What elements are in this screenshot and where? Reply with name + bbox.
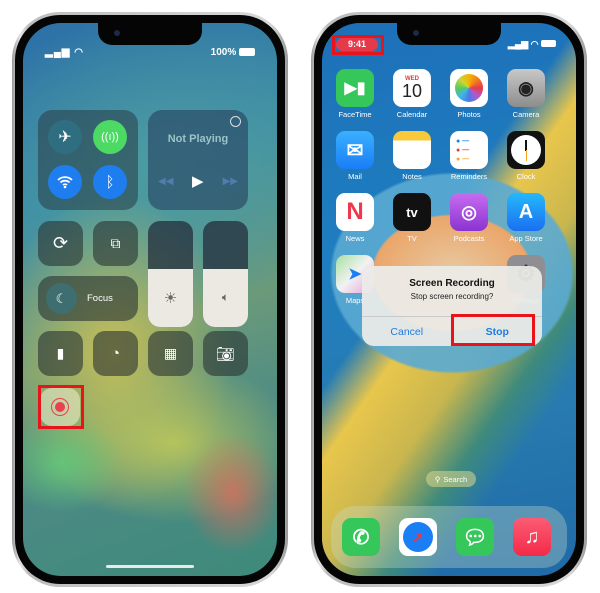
- camera-app-icon: ◉: [507, 69, 545, 107]
- bluetooth-toggle[interactable]: ᛒ: [93, 165, 127, 199]
- reminders-icon: ● ― ● ― ● ―: [450, 131, 488, 169]
- mail-icon: ✉: [336, 131, 374, 169]
- screen-mirroring-icon: ⧉: [110, 235, 121, 251]
- airplane-mode-toggle[interactable]: ✈: [48, 120, 82, 154]
- timer-icon: ◔: [110, 345, 121, 362]
- orientation-lock-button[interactable]: ⟳: [38, 221, 83, 266]
- app-camera[interactable]: ◉ Camera: [507, 69, 545, 119]
- app-podcasts[interactable]: ◎ Podcasts: [450, 193, 488, 243]
- camera-button[interactable]: 📷︎: [203, 331, 248, 376]
- home-indicator[interactable]: [106, 565, 194, 568]
- tv-icon: tv: [393, 193, 431, 231]
- search-icon: ⚲: [434, 474, 441, 484]
- dock-messages[interactable]: 💬︎: [456, 518, 494, 556]
- dock: ✆ ➚ 💬︎ ♫: [331, 506, 567, 568]
- calculator-button[interactable]: ▦: [148, 331, 193, 376]
- app-label: App Store: [509, 234, 543, 243]
- news-icon: N: [336, 193, 374, 231]
- play-button[interactable]: ▶: [192, 172, 204, 190]
- clock-icon: [507, 131, 545, 169]
- facetime-icon: ▶▮: [336, 69, 374, 107]
- screen-mirroring-button[interactable]: ⧉: [93, 221, 138, 266]
- podcasts-icon: ◎: [450, 193, 488, 231]
- messages-icon: 💬︎: [456, 518, 494, 556]
- status-icons: ▂▄▆ ◠: [508, 39, 556, 50]
- focus-label: Focus: [87, 293, 113, 304]
- airplay-icon[interactable]: [230, 116, 241, 127]
- search-pill[interactable]: ⚲ Search: [426, 471, 476, 487]
- dock-music[interactable]: ♫: [513, 518, 551, 556]
- notch: [397, 23, 501, 45]
- camera-icon: 📷︎: [215, 345, 236, 363]
- wifi-icon: [57, 176, 73, 189]
- focus-button[interactable]: ☾ Focus: [38, 276, 138, 321]
- signal-wifi-status: ▂▄▆ ◠: [45, 47, 84, 58]
- calendar-date: 10: [401, 81, 423, 101]
- cancel-button[interactable]: Cancel: [362, 317, 452, 346]
- app-label: Camera: [512, 110, 540, 119]
- battery-percent: 100%: [210, 47, 237, 58]
- safari-icon: ➚: [399, 518, 437, 556]
- highlight-box-time: [332, 35, 384, 55]
- sun-icon: ☀: [163, 289, 178, 307]
- front-camera: [413, 30, 419, 36]
- home-screen: 9:41 ▂▄▆ ◠ ▶▮ FaceTime WED 10 Calendar Phot…: [322, 23, 576, 576]
- timer-button[interactable]: ◔: [93, 331, 138, 376]
- battery-status: 100%: [211, 47, 255, 58]
- flashlight-button[interactable]: ▮: [38, 331, 83, 376]
- brightness-slider[interactable]: ☀: [148, 221, 193, 327]
- app-news[interactable]: N News: [336, 193, 374, 243]
- phone-home-screen: 9:41 ▂▄▆ ◠ ▶▮ FaceTime WED 10 Calendar Phot…: [311, 12, 587, 587]
- app-reminders[interactable]: ● ― ● ― ● ― Reminders: [450, 131, 488, 181]
- flashlight-icon: ▮: [56, 345, 65, 361]
- app-facetime[interactable]: ▶▮ FaceTime: [336, 69, 374, 119]
- speaker-icon: 🔈︎: [221, 290, 230, 305]
- rotation-lock-icon: ⟳: [52, 233, 69, 253]
- app-label: Clock: [516, 172, 536, 181]
- highlight-box-record: [38, 385, 84, 429]
- now-playing-tile[interactable]: Not Playing ◀◀ ▶ ▶▶: [148, 110, 248, 210]
- battery-icon: [541, 40, 556, 47]
- search-label: Search: [443, 474, 468, 484]
- notes-icon: [393, 131, 431, 169]
- moon-icon: ☾: [46, 283, 77, 314]
- control-center-screen: ▂▄▆ ◠ 100% ✈ ((ı)) ᛒ Not Playing ◀◀ ▶ ▶▶…: [23, 23, 277, 576]
- front-camera: [114, 30, 120, 36]
- app-photos[interactable]: Photos: [450, 69, 488, 119]
- phone-control-center: ▂▄▆ ◠ 100% ✈ ((ı)) ᛒ Not Playing ◀◀ ▶ ▶▶…: [12, 12, 288, 587]
- calendar-icon: WED 10: [393, 69, 431, 107]
- app-calendar[interactable]: WED 10 Calendar: [393, 69, 431, 119]
- volume-slider[interactable]: 🔈︎: [203, 221, 248, 327]
- now-playing-title: Not Playing: [167, 133, 229, 145]
- music-icon: ♫: [513, 518, 551, 556]
- alert-title: Screen Recording: [409, 278, 495, 289]
- notch: [98, 23, 202, 45]
- app-clock[interactable]: Clock: [507, 131, 545, 181]
- calculator-icon: ▦: [163, 345, 178, 361]
- photos-icon: [450, 69, 488, 107]
- wifi-toggle[interactable]: [48, 165, 82, 199]
- alert-message: Stop screen recording?: [410, 292, 494, 301]
- rewind-button[interactable]: ◀◀: [158, 176, 173, 187]
- tv-glyph: tv: [406, 204, 418, 220]
- app-mail[interactable]: ✉ Mail: [336, 131, 374, 181]
- airplane-icon: ✈: [58, 129, 72, 146]
- cellular-data-toggle[interactable]: ((ı)): [93, 120, 127, 154]
- bluetooth-icon: ᛒ: [105, 173, 115, 191]
- app-store-icon: A: [507, 193, 545, 231]
- battery-icon: [239, 48, 255, 57]
- app-notes[interactable]: Notes: [393, 131, 431, 181]
- phone-icon: ✆: [342, 518, 380, 556]
- wifi-status-icon: ◠: [74, 47, 84, 58]
- app-tv[interactable]: tv TV: [393, 193, 431, 243]
- antenna-icon: ((ı)): [101, 131, 119, 143]
- dock-phone[interactable]: ✆: [342, 518, 380, 556]
- fast-forward-button[interactable]: ▶▶: [223, 176, 238, 187]
- dock-safari[interactable]: ➚: [399, 518, 437, 556]
- connectivity-tile: ✈ ((ı)) ᛒ: [38, 110, 138, 210]
- highlight-box-stop: [451, 314, 535, 346]
- app-app-store[interactable]: A App Store: [507, 193, 545, 243]
